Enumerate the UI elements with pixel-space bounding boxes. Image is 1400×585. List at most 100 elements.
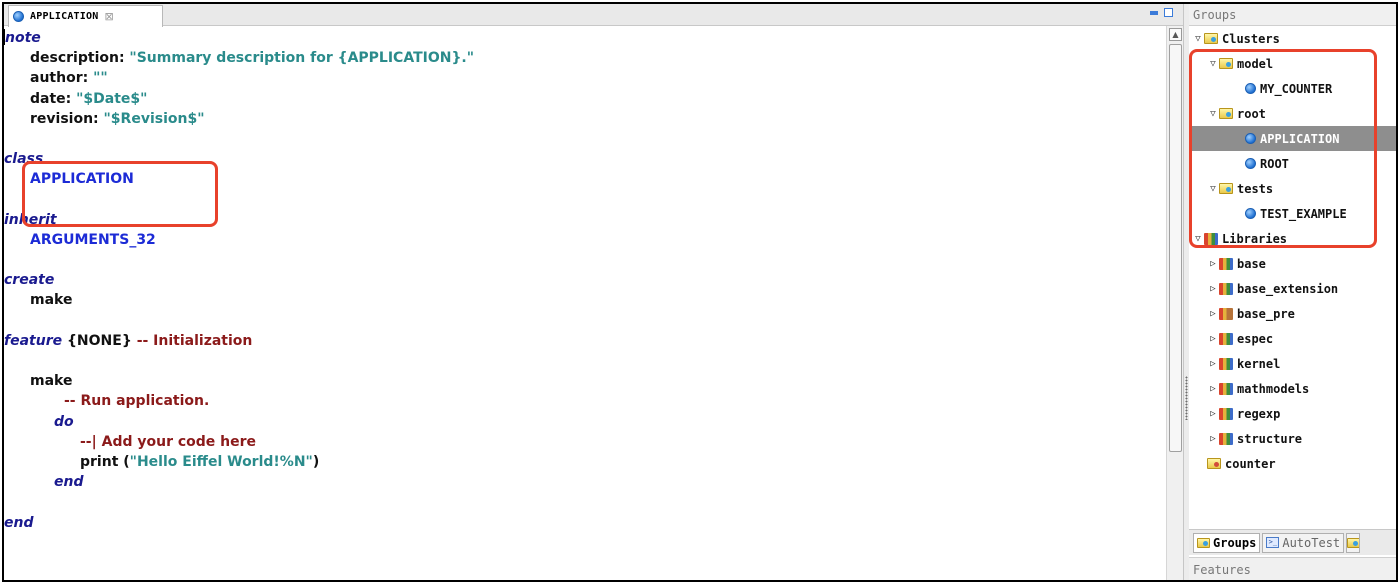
tree-node-label: MY_COUNTER: [1260, 81, 1333, 96]
class-icon: [1245, 158, 1256, 169]
tree-node-base-pre[interactable]: ▷ base_pre: [1189, 301, 1396, 326]
tree-node-label: structure: [1237, 431, 1303, 446]
tree-node-label: kernel: [1237, 356, 1281, 371]
minimize-icon[interactable]: [1150, 10, 1158, 15]
tree-node-root[interactable]: ▽ root: [1189, 101, 1396, 126]
tree-node-base-extension[interactable]: ▷ base_extension: [1189, 276, 1396, 301]
editor-vertical-scrollbar[interactable]: ▲: [1166, 26, 1183, 580]
library-icon: [1219, 432, 1233, 445]
tree-node-label: base: [1237, 256, 1266, 271]
tree-node-tests[interactable]: ▽ tests: [1189, 176, 1396, 201]
tree-node-label: APPLICATION: [1260, 131, 1340, 146]
panel-bottom-tabs: Groups >_ AutoTest: [1189, 529, 1396, 555]
keyword-class: class: [4, 151, 44, 168]
keyword-create: create: [4, 272, 55, 289]
collapsed-arrow-icon[interactable]: ▷: [1207, 384, 1219, 394]
collapsed-arrow-icon[interactable]: ▷: [1207, 409, 1219, 419]
expanded-arrow-icon[interactable]: ▽: [1192, 34, 1204, 44]
expanded-arrow-icon[interactable]: ▽: [1207, 109, 1219, 119]
scroll-up-arrow-icon[interactable]: ▲: [1169, 28, 1182, 41]
tree-node-mathmodels[interactable]: ▷ mathmodels: [1189, 376, 1396, 401]
note-value: "$Date$": [76, 90, 148, 107]
collapsed-arrow-icon[interactable]: ▷: [1207, 359, 1219, 369]
tree-node-root-class[interactable]: ROOT: [1189, 151, 1396, 176]
folder-icon: [1347, 537, 1360, 548]
expanded-arrow-icon[interactable]: ▽: [1207, 59, 1219, 69]
groups-panel-title: Groups: [1189, 4, 1396, 26]
tree-node-structure[interactable]: ▷ structure: [1189, 426, 1396, 451]
editor-tab-bar: APPLICATION ⊠: [4, 4, 1183, 27]
tab-label: APPLICATION: [30, 11, 99, 22]
tree-node-label: Libraries: [1222, 231, 1288, 246]
collapsed-arrow-icon[interactable]: ▷: [1207, 284, 1219, 294]
tree-node-my-counter[interactable]: MY_COUNTER: [1189, 76, 1396, 101]
tree-node-label: root: [1237, 106, 1266, 121]
library-icon: [1219, 357, 1233, 370]
note-key: date:: [30, 90, 77, 107]
tab-autotest-label: AutoTest: [1282, 535, 1341, 550]
library-icon: [1219, 382, 1233, 395]
collapsed-arrow-icon[interactable]: ▷: [1207, 434, 1219, 444]
class-icon: [1245, 83, 1256, 94]
parent-class-name: ARGUMENTS_32: [30, 231, 156, 248]
window-controls: [1150, 8, 1173, 17]
autotest-icon: >_: [1266, 537, 1280, 548]
library-icon: [1219, 407, 1233, 420]
tab-application[interactable]: APPLICATION ⊠: [8, 5, 163, 27]
features-panel-title: Features: [1189, 557, 1396, 580]
note-key: author:: [30, 70, 94, 87]
cluster-folder-icon: [1219, 108, 1233, 119]
library-icon: [1219, 257, 1233, 270]
collapsed-arrow-icon[interactable]: ▷: [1207, 259, 1219, 269]
code-text-area[interactable]: note description: "Summary description f…: [4, 26, 1164, 580]
tree-node-libraries[interactable]: ▽ Libraries: [1189, 226, 1396, 251]
tree-node-label: base_pre: [1237, 306, 1295, 321]
maximize-icon[interactable]: [1164, 8, 1173, 17]
splitter-grip-icon[interactable]: [1185, 376, 1188, 420]
keyword-end: end: [54, 474, 84, 491]
tab-autotest[interactable]: >_ AutoTest: [1262, 532, 1345, 553]
expanded-arrow-icon[interactable]: ▽: [1207, 184, 1219, 194]
tree-node-model[interactable]: ▽ model: [1189, 51, 1396, 76]
tree-node-regexp[interactable]: ▷ regexp: [1189, 401, 1396, 426]
tree-node-label: base_extension: [1237, 281, 1339, 296]
creation-procedure: make: [30, 292, 73, 309]
tree-node-test-example[interactable]: TEST_EXAMPLE: [1189, 201, 1396, 226]
collapsed-arrow-icon[interactable]: ▷: [1207, 334, 1219, 344]
library-icon: [1219, 282, 1233, 295]
tab-overflow[interactable]: [1346, 532, 1361, 553]
tree-node-label: espec: [1237, 331, 1274, 346]
tree-node-label: Clusters: [1222, 31, 1280, 46]
tree-node-label: counter: [1225, 456, 1276, 471]
tab-groups-label: Groups: [1213, 535, 1257, 550]
print-string: "Hello Eiffel World!%N": [129, 453, 313, 470]
tree-node-label: tests: [1237, 181, 1274, 196]
todo-comment: --| Add your code here: [80, 433, 257, 450]
tree-node-espec[interactable]: ▷ espec: [1189, 326, 1396, 351]
cluster-folder-icon: [1197, 537, 1210, 548]
class-icon: [1245, 208, 1256, 219]
tree-node-counter[interactable]: counter: [1189, 451, 1396, 476]
keyword-end-class: end: [4, 514, 34, 531]
tree-node-label: ROOT: [1260, 156, 1289, 171]
tree-node-application[interactable]: APPLICATION: [1189, 126, 1396, 151]
keyword-note: note: [5, 30, 41, 46]
cluster-folder-icon: [1219, 58, 1233, 69]
groups-tree: ▽ Clusters ▽ model MY_COUNTER ▽ root APP…: [1189, 26, 1396, 526]
expanded-arrow-icon[interactable]: ▽: [1192, 234, 1204, 244]
cluster-folder-icon: [1204, 33, 1218, 44]
note-key: revision:: [30, 110, 104, 127]
tree-node-kernel[interactable]: ▷ kernel: [1189, 351, 1396, 376]
keyword-feature: feature: [4, 332, 63, 349]
code-editor-pane: APPLICATION ⊠ note description: "Summary…: [4, 4, 1183, 580]
feature-export: {NONE}: [62, 332, 137, 349]
scrollbar-thumb[interactable]: [1169, 44, 1182, 452]
feature-comment: -- Initialization: [136, 332, 253, 349]
close-icon[interactable]: ⊠: [104, 10, 113, 23]
tree-node-label: regexp: [1237, 406, 1281, 421]
tree-node-base[interactable]: ▷ base: [1189, 251, 1396, 276]
tab-groups[interactable]: Groups: [1193, 532, 1261, 553]
library-icon: [1204, 232, 1218, 245]
collapsed-arrow-icon[interactable]: ▷: [1207, 309, 1219, 319]
tree-node-clusters[interactable]: ▽ Clusters: [1189, 26, 1396, 51]
